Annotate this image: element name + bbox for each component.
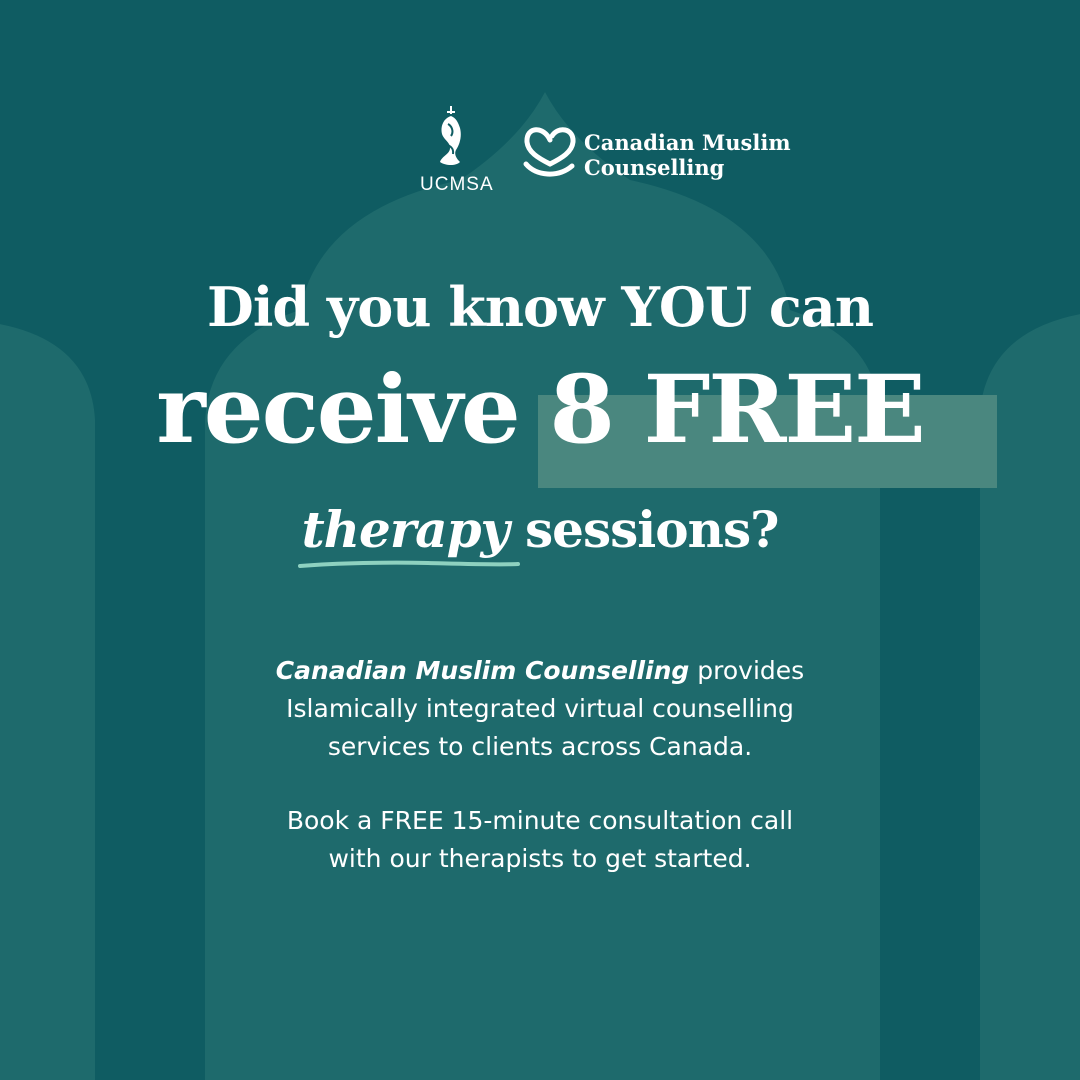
headline-eight-free: 8 FREE — [549, 355, 925, 465]
headline-line-3: therapy sessions? — [0, 500, 1080, 559]
ucmsa-logo: UCMSA — [420, 104, 494, 200]
headline-receive: receive — [156, 355, 550, 465]
headline-sessions: sessions? — [508, 500, 779, 559]
headline-line-2: receive 8 FREE — [0, 355, 1080, 465]
cta-line-2: with our therapists to get started. — [328, 844, 752, 873]
headline-therapy: therapy — [301, 500, 510, 559]
logo-name-line-1: Canadian Muslim — [584, 130, 791, 155]
headline-line-1: Did you know YOU can — [207, 275, 874, 339]
intro-line-1: Canadian Muslim Counselling provides — [0, 652, 1080, 690]
intro-paragraph: Canadian Muslim Counselling provides Isl… — [0, 652, 1080, 766]
cta-paragraph: Book a FREE 15-minute consultation call … — [0, 802, 1080, 878]
logo-name-line-2: Counselling — [584, 155, 725, 180]
ucmsa-emblem-icon — [440, 106, 461, 165]
logo-row: UCMSA Canadian Muslim Counselling — [0, 0, 1080, 220]
cta-line-1: Book a FREE 15-minute consultation call — [286, 806, 794, 835]
intro-line-3: services to clients across Canada. — [327, 732, 753, 761]
therapy-underline — [298, 560, 520, 568]
canadian-muslim-counselling-logo: Canadian Muslim Counselling — [522, 120, 802, 184]
center-dome — [205, 92, 880, 1080]
intro-line-1-rest: provides — [689, 656, 805, 685]
intro-line-2: Islamically integrated virtual counselli… — [286, 694, 794, 723]
ucmsa-wordmark: UCMSA — [420, 174, 494, 195]
org-name-bold: Canadian Muslim Counselling — [275, 656, 690, 685]
heart-icon — [523, 127, 576, 177]
poster: UCMSA Canadian Muslim Counselling Did yo… — [0, 0, 1080, 1080]
